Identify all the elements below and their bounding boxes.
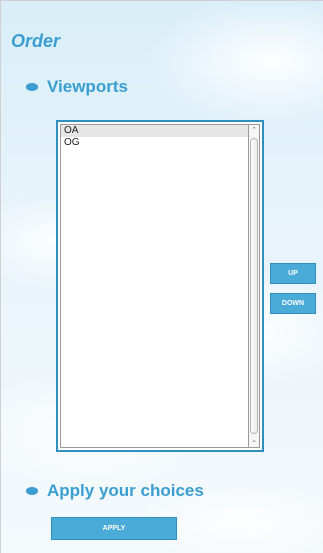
- move-up-button[interactable]: UP: [270, 263, 316, 284]
- scrollbar-thumb[interactable]: [250, 138, 258, 434]
- move-down-button[interactable]: DOWN: [270, 293, 316, 314]
- order-panel: Order Viewports OA OG ⌃ ⌄ UP DOWN Apply …: [0, 0, 323, 553]
- bullet-icon: [26, 83, 38, 91]
- viewports-heading-label: Viewports: [47, 77, 128, 96]
- scroll-down-arrow-icon[interactable]: ⌄: [249, 435, 259, 447]
- apply-button[interactable]: APPLY: [51, 517, 177, 540]
- viewports-heading: Viewports: [26, 77, 128, 97]
- listbox-scrollbar[interactable]: ⌃ ⌄: [248, 124, 260, 448]
- list-option-oa[interactable]: OA: [61, 125, 248, 137]
- apply-heading: Apply your choices: [26, 481, 204, 501]
- list-option-og[interactable]: OG: [61, 137, 248, 149]
- apply-heading-label: Apply your choices: [47, 481, 204, 500]
- scroll-up-arrow-icon[interactable]: ⌃: [249, 125, 259, 137]
- viewports-list[interactable]: OA OG: [60, 124, 248, 448]
- bullet-icon: [26, 487, 38, 495]
- page-title: Order: [11, 31, 61, 51]
- viewports-listbox[interactable]: OA OG ⌃ ⌄: [56, 120, 264, 452]
